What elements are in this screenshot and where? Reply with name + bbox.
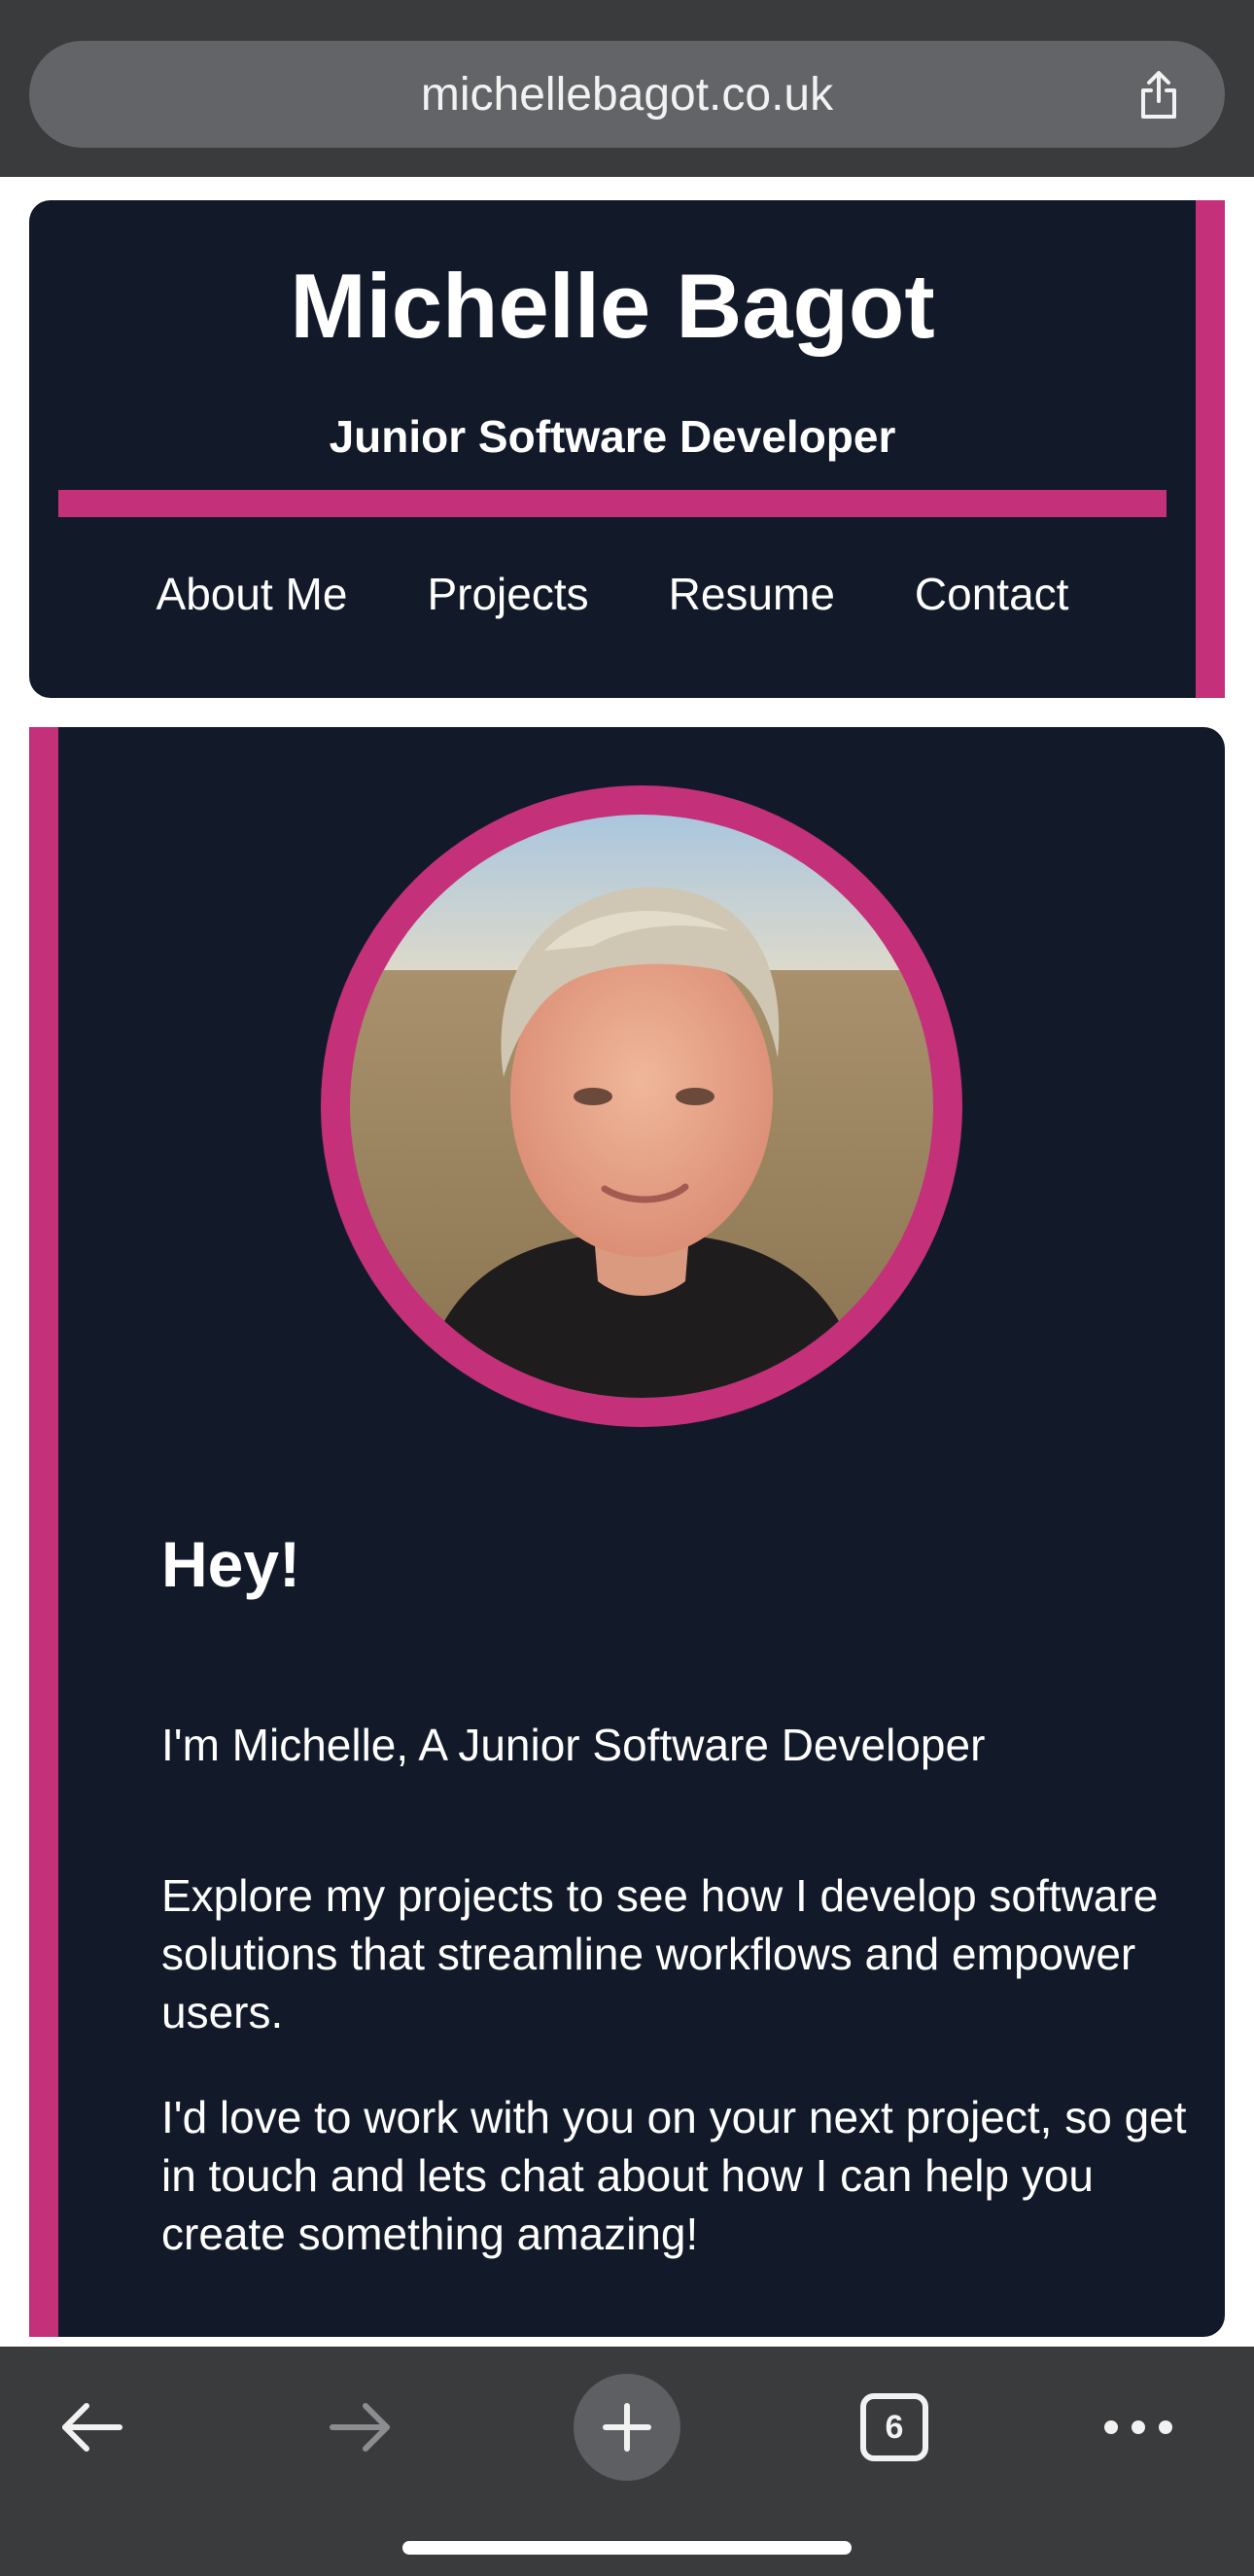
forward-arrow-icon[interactable]	[306, 2374, 413, 2481]
header-accent-stripe	[1196, 200, 1225, 698]
back-arrow-icon[interactable]	[39, 2374, 146, 2481]
nav-resume[interactable]: Resume	[669, 568, 835, 621]
main-nav: About Me Projects Resume Contact	[29, 568, 1196, 621]
site-header: Michelle Bagot Junior Software Developer…	[29, 200, 1225, 698]
profile-photo-ring	[321, 785, 962, 1427]
share-icon[interactable]	[1130, 66, 1188, 124]
more-icon[interactable]	[1085, 2374, 1192, 2481]
address-bar[interactable]: michellebagot.co.uk	[29, 41, 1225, 148]
site-role: Junior Software Developer	[329, 411, 896, 462]
site-name: Michelle Bagot	[290, 255, 935, 357]
browser-bottom-toolbar: 6	[0, 2347, 1254, 2576]
new-tab-button[interactable]	[574, 2374, 680, 2481]
profile-photo	[350, 815, 933, 1398]
nav-contact[interactable]: Contact	[915, 568, 1069, 621]
browser-top-bar: michellebagot.co.uk	[0, 0, 1254, 177]
tabs-button[interactable]: 6	[841, 2374, 948, 2481]
section-accent-stripe	[29, 727, 58, 2337]
about-section: Hey! I'm Michelle, A Junior Software Dev…	[29, 727, 1225, 2337]
url-text: michellebagot.co.uk	[420, 68, 834, 121]
intro-text: I'm Michelle, A Junior Software Develope…	[161, 1720, 986, 1770]
header-divider	[58, 490, 1167, 517]
greeting-heading: Hey!	[161, 1528, 301, 1600]
projects-paragraph: Explore my projects to see how I develop…	[161, 1870, 1159, 2037]
home-indicator	[402, 2541, 852, 2555]
web-page: Michelle Bagot Junior Software Developer…	[0, 177, 1254, 2347]
plus-icon	[574, 2374, 680, 2481]
nav-projects[interactable]: Projects	[427, 568, 588, 621]
contact-paragraph: I'd love to work with you on your next p…	[161, 2092, 1187, 2259]
nav-about-me[interactable]: About Me	[157, 568, 348, 621]
tabs-icon: 6	[860, 2393, 928, 2461]
